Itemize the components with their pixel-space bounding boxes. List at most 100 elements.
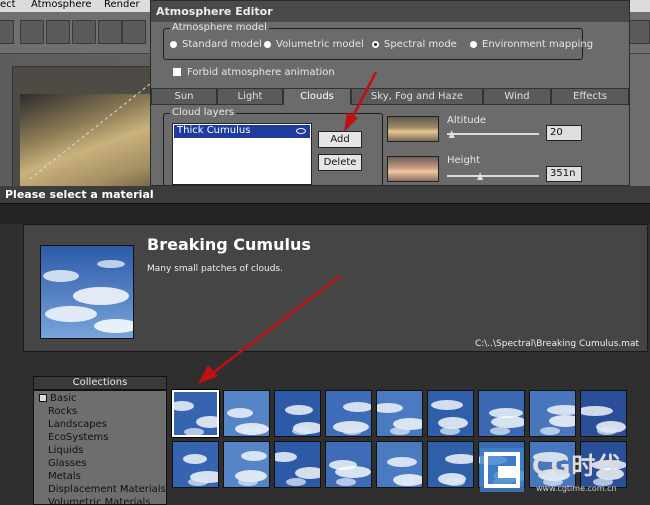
- tab-sun[interactable]: Sun: [151, 88, 217, 105]
- viewport-guides: [29, 83, 150, 180]
- collection-item-displacement-materials[interactable]: Displacement Materials: [48, 484, 166, 495]
- cloud-thumbnail-graphic: [428, 442, 473, 487]
- dialog-separator: [0, 204, 650, 224]
- cloud-layers-label: Cloud layers: [170, 107, 237, 118]
- collection-item-rocks[interactable]: Rocks: [48, 406, 77, 417]
- altitude-field[interactable]: 20: [546, 125, 582, 141]
- radio-volumetric-model[interactable]: Volumetric model: [264, 39, 364, 50]
- material-dialog-title[interactable]: Please select a material: [0, 186, 650, 204]
- collection-label: Rocks: [48, 406, 78, 417]
- cloud-thumbnail-graphic: [428, 391, 473, 436]
- add-button[interactable]: Add: [318, 131, 362, 148]
- cloud-thumbnail-graphic: [174, 392, 217, 435]
- material-preview-image: [40, 245, 134, 339]
- tab-light[interactable]: Light: [217, 88, 283, 105]
- collection-label: Glasses: [48, 458, 87, 469]
- radio-spectral-model[interactable]: Spectral mode: [372, 39, 457, 50]
- collection-item-landscapes[interactable]: Landscapes: [48, 419, 107, 430]
- material-thumbnail[interactable]: [427, 390, 474, 437]
- material-thumbnail[interactable]: [325, 441, 372, 488]
- material-thumbnail[interactable]: [376, 441, 423, 488]
- checkbox-icon: [173, 68, 181, 76]
- checkbox-label: Forbid atmosphere animation: [187, 67, 335, 78]
- material-description: Many small patches of clouds.: [147, 264, 283, 274]
- cloud-thumbnail-graphic: [530, 391, 575, 436]
- material-thumbnail[interactable]: [580, 390, 627, 437]
- collection-label: Landscapes: [48, 419, 107, 430]
- radio-icon: [470, 40, 477, 48]
- radio-label: Standard model: [182, 39, 262, 50]
- collections-header: Collections: [33, 376, 167, 390]
- collections-tree[interactable]: Basic Rocks Landscapes EcoSystems Liquid…: [33, 390, 167, 505]
- toolbar-button[interactable]: [0, 20, 14, 44]
- eye-icon[interactable]: [296, 128, 306, 134]
- material-preview-panel: Breaking Cumulus Many small patches of c…: [23, 224, 648, 352]
- material-path: C:\..\Spectral\Breaking Cumulus.mat: [474, 339, 639, 349]
- material-thumbnail-selected[interactable]: [171, 389, 220, 438]
- material-thumbnail[interactable]: [223, 441, 270, 488]
- cut-icon[interactable]: [20, 20, 44, 44]
- collection-label: EcoSystems: [48, 432, 109, 443]
- undo-icon[interactable]: [122, 20, 146, 44]
- collection-item-basic[interactable]: Basic: [39, 393, 76, 404]
- tab-sky-fog-haze[interactable]: Sky, Fog and Haze: [351, 88, 483, 105]
- delete-button[interactable]: Delete: [318, 154, 362, 171]
- collection-item-metals[interactable]: Metals: [48, 471, 81, 482]
- list-item[interactable]: Thick Cumulus: [174, 125, 310, 138]
- material-thumbnail[interactable]: [172, 441, 219, 488]
- cloud-thumbnail-graphic: [224, 442, 269, 487]
- altitude-slider[interactable]: [447, 130, 539, 138]
- material-thumbnail[interactable]: [274, 390, 321, 437]
- collection-label: Liquids: [48, 445, 84, 456]
- material-thumbnail[interactable]: [274, 441, 321, 488]
- cloud-thumbnail-graphic: [326, 442, 371, 487]
- menu-item-atmosphere[interactable]: Atmosphere: [31, 0, 92, 10]
- collection-item-liquids[interactable]: Liquids: [48, 445, 83, 456]
- radio-standard-model[interactable]: Standard model: [170, 39, 262, 50]
- menu-item-render[interactable]: Render: [104, 0, 140, 10]
- object-icon[interactable]: [98, 20, 122, 44]
- material-thumbnail[interactable]: [325, 390, 372, 437]
- paste-icon[interactable]: [72, 20, 96, 44]
- copy-icon[interactable]: [46, 20, 70, 44]
- material-name: Breaking Cumulus: [147, 235, 311, 254]
- cloud-thumbnail-graphic: [224, 391, 269, 436]
- expand-icon[interactable]: [39, 394, 47, 402]
- material-thumbnail[interactable]: [223, 390, 270, 437]
- radio-selected-icon: [372, 40, 379, 48]
- collection-label: Metals: [48, 471, 81, 482]
- cloud-preview-graphic: [41, 246, 133, 338]
- tab-clouds[interactable]: Clouds: [283, 88, 351, 105]
- height-slider[interactable]: [447, 172, 539, 180]
- material-thumbnail[interactable]: [376, 390, 423, 437]
- altitude-slider-knob[interactable]: [448, 130, 455, 138]
- collection-label: Displacement Materials: [48, 484, 166, 495]
- side-panel: [628, 54, 650, 186]
- tab-effects[interactable]: Effects: [551, 88, 629, 105]
- collection-item-ecosystems[interactable]: EcoSystems: [48, 432, 108, 443]
- material-thumbnail[interactable]: [529, 390, 576, 437]
- height-field[interactable]: 351n: [546, 166, 582, 182]
- menu-item-edit[interactable]: ect: [0, 0, 16, 10]
- forbid-animation-checkbox[interactable]: Forbid atmosphere animation: [173, 67, 335, 78]
- material-thumbnail[interactable]: [427, 441, 474, 488]
- height-slider-knob[interactable]: [477, 172, 484, 180]
- tab-wind[interactable]: Wind: [483, 88, 551, 105]
- collection-item-glasses[interactable]: Glasses: [48, 458, 86, 469]
- height-preview: [387, 156, 439, 182]
- atmosphere-editor-title[interactable]: Atmosphere Editor: [151, 1, 629, 22]
- collection-item-volumetric-materials[interactable]: Volumetric Materials: [48, 497, 151, 505]
- radio-environment-mapping[interactable]: Environment mapping: [470, 39, 593, 50]
- cloud-thumbnail-graphic: [581, 391, 626, 436]
- collection-label: Volumetric Materials: [48, 497, 151, 505]
- watermark-brand: CG时代: [532, 452, 622, 480]
- cloud-layers-list[interactable]: Thick Cumulus: [172, 123, 312, 185]
- cloud-thumbnail-graphic: [377, 442, 422, 487]
- cloud-thumbnail-graphic: [326, 391, 371, 436]
- watermark-url: www.cgtime.com.cn: [536, 484, 617, 493]
- atmosphere-model-group: Atmosphere model Standard model Volumetr…: [163, 22, 593, 60]
- material-thumbnail[interactable]: [478, 390, 525, 437]
- cloud-layers-group: Cloud layers Thick Cumulus Add Delete: [163, 107, 383, 187]
- altitude-preview: [387, 116, 439, 142]
- atmosphere-editor-window: Atmosphere Editor Atmosphere model Stand…: [150, 0, 630, 187]
